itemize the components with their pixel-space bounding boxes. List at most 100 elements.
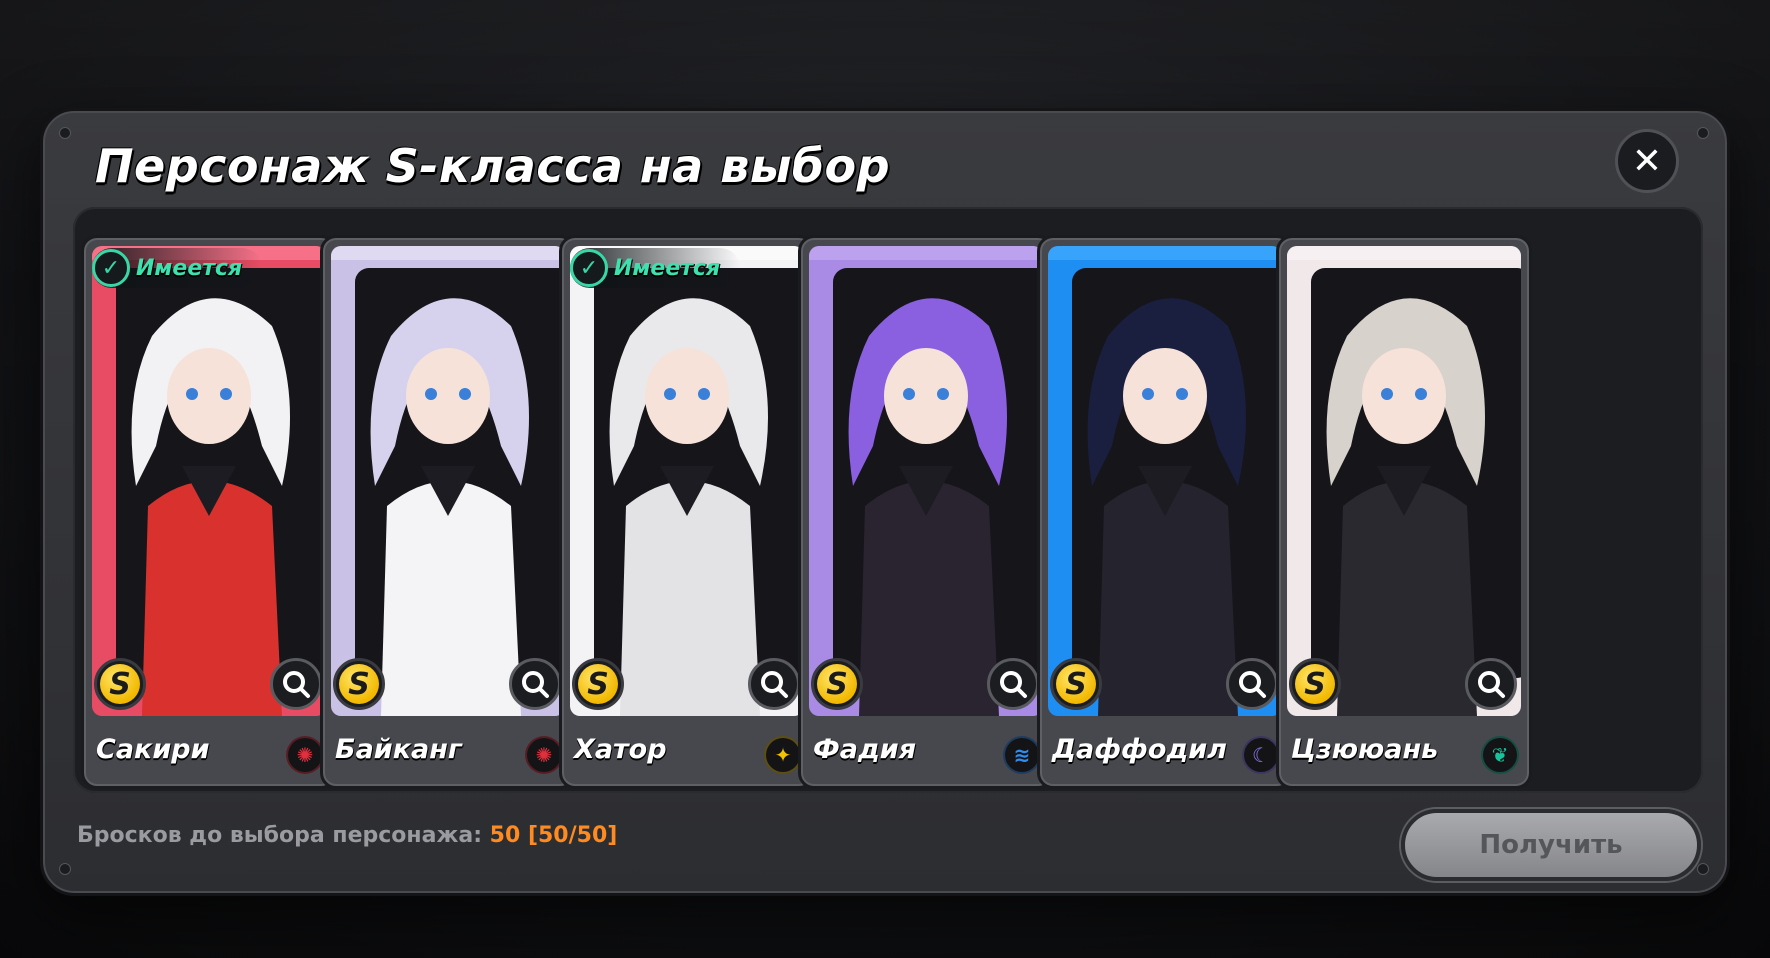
screw-decoration — [1697, 127, 1709, 139]
leaf-icon: ❦ — [1481, 736, 1519, 774]
eye-right — [1176, 388, 1188, 400]
character-portrait — [92, 246, 326, 716]
face-shape — [1362, 348, 1446, 444]
character-artwork — [1048, 246, 1282, 716]
body-shape — [381, 481, 521, 716]
pulls-until-select-label: Бросков до выбора персонажа: 50 [50/50] — [77, 823, 617, 848]
magnifier-icon — [1478, 671, 1505, 698]
eye-left — [664, 388, 676, 400]
rank-letter: S — [817, 664, 857, 704]
star-icon: ✦ — [764, 736, 802, 774]
magnifier-icon — [1000, 671, 1027, 698]
character-portrait — [1048, 246, 1282, 716]
character-portrait — [1287, 246, 1521, 716]
burst-icon: ✺ — [525, 736, 563, 774]
character-name-row: Фадия ≋ — [801, 722, 1051, 784]
eye-left — [425, 388, 437, 400]
character-card[interactable]: ✓ Имеется S Сакири ✺ — [81, 235, 337, 789]
attribute-glyph: ✺ — [535, 743, 553, 767]
character-card[interactable]: S Даффодил ☾ — [1037, 235, 1293, 789]
character-name-row: Сакири ✺ — [84, 722, 334, 784]
character-name: Байканг — [335, 734, 463, 765]
rank-s-badge: S — [1050, 658, 1102, 710]
character-card[interactable]: S Байканг ✺ — [320, 235, 576, 789]
character-name-row: Даффодил ☾ — [1040, 722, 1290, 784]
rank-letter: S — [100, 664, 140, 704]
character-name-row: Байканг ✺ — [323, 722, 573, 784]
character-portrait — [331, 246, 565, 716]
character-select-dialog: Персонаж S-класса на выбор ✕ ✓ Имеется S… — [40, 108, 1730, 896]
pulls-counter: 50 [50/50] — [489, 823, 618, 848]
pulls-label-text: Бросков до выбора персонажа: — [77, 823, 482, 848]
close-button[interactable]: ✕ — [1615, 129, 1679, 193]
character-name: Цзююань — [1291, 734, 1439, 765]
owned-label: Имеется — [136, 255, 243, 281]
screw-decoration — [59, 863, 71, 875]
close-icon: ✕ — [1631, 140, 1663, 182]
rank-s-badge: S — [333, 658, 385, 710]
check-icon: ✓ — [92, 249, 130, 287]
character-portrait — [809, 246, 1043, 716]
screw-decoration — [59, 127, 71, 139]
screw-decoration — [1697, 863, 1709, 875]
burst-icon: ✺ — [286, 736, 324, 774]
rank-letter: S — [1295, 664, 1335, 704]
attribute-glyph: ❦ — [1491, 743, 1509, 767]
magnifier-icon — [522, 671, 549, 698]
face-shape — [167, 348, 251, 444]
face-shape — [884, 348, 968, 444]
view-details-button[interactable] — [509, 658, 561, 710]
view-details-button[interactable] — [987, 658, 1039, 710]
eye-left — [903, 388, 915, 400]
frame-stripe — [1048, 246, 1282, 260]
face-shape — [1123, 348, 1207, 444]
view-details-button[interactable] — [1226, 658, 1278, 710]
attribute-glyph: ☾ — [1252, 743, 1270, 767]
body-shape — [859, 481, 999, 716]
character-name: Фадия — [813, 734, 917, 765]
owned-badge: ✓ Имеется — [570, 248, 741, 288]
eye-left — [1142, 388, 1154, 400]
character-card[interactable]: ✓ Имеется S Хатор ✦ — [559, 235, 815, 789]
frame-stripe — [331, 246, 565, 260]
frame-stripe — [1287, 246, 1521, 260]
owned-badge: ✓ Имеется — [92, 248, 263, 288]
eye-right — [220, 388, 232, 400]
magnifier-icon — [283, 671, 310, 698]
rank-letter: S — [339, 664, 379, 704]
rank-letter: S — [1056, 664, 1096, 704]
eye-right — [937, 388, 949, 400]
check-icon: ✓ — [570, 249, 608, 287]
character-card[interactable]: S Фадия ≋ — [798, 235, 1054, 789]
view-details-button[interactable] — [748, 658, 800, 710]
body-shape — [1337, 481, 1477, 716]
character-name-row: Цзююань ❦ — [1279, 722, 1529, 784]
attribute-glyph: ✺ — [296, 743, 314, 767]
frame-stripe — [809, 246, 1043, 260]
character-name-row: Хатор ✦ — [562, 722, 812, 784]
character-name: Даффодил — [1052, 734, 1227, 765]
face-shape — [645, 348, 729, 444]
rank-letter: S — [578, 664, 618, 704]
attribute-glyph: ≋ — [1013, 743, 1031, 767]
owned-label: Имеется — [614, 255, 721, 281]
body-shape — [1098, 481, 1238, 716]
view-details-button[interactable] — [270, 658, 322, 710]
character-card[interactable]: S Цзююань ❦ — [1276, 235, 1532, 789]
character-artwork — [570, 246, 804, 716]
view-details-button[interactable] — [1465, 658, 1517, 710]
magnifier-icon — [1239, 671, 1266, 698]
character-artwork — [809, 246, 1043, 716]
rank-s-badge: S — [811, 658, 863, 710]
eye-left — [186, 388, 198, 400]
eye-right — [698, 388, 710, 400]
character-artwork — [331, 246, 565, 716]
character-portrait — [570, 246, 804, 716]
character-name: Сакири — [96, 734, 210, 765]
character-artwork — [1287, 246, 1521, 716]
attribute-glyph: ✦ — [774, 743, 792, 767]
body-shape — [142, 481, 282, 716]
claim-button[interactable]: Получить — [1401, 809, 1701, 881]
eye-right — [1415, 388, 1427, 400]
body-shape — [620, 481, 760, 716]
